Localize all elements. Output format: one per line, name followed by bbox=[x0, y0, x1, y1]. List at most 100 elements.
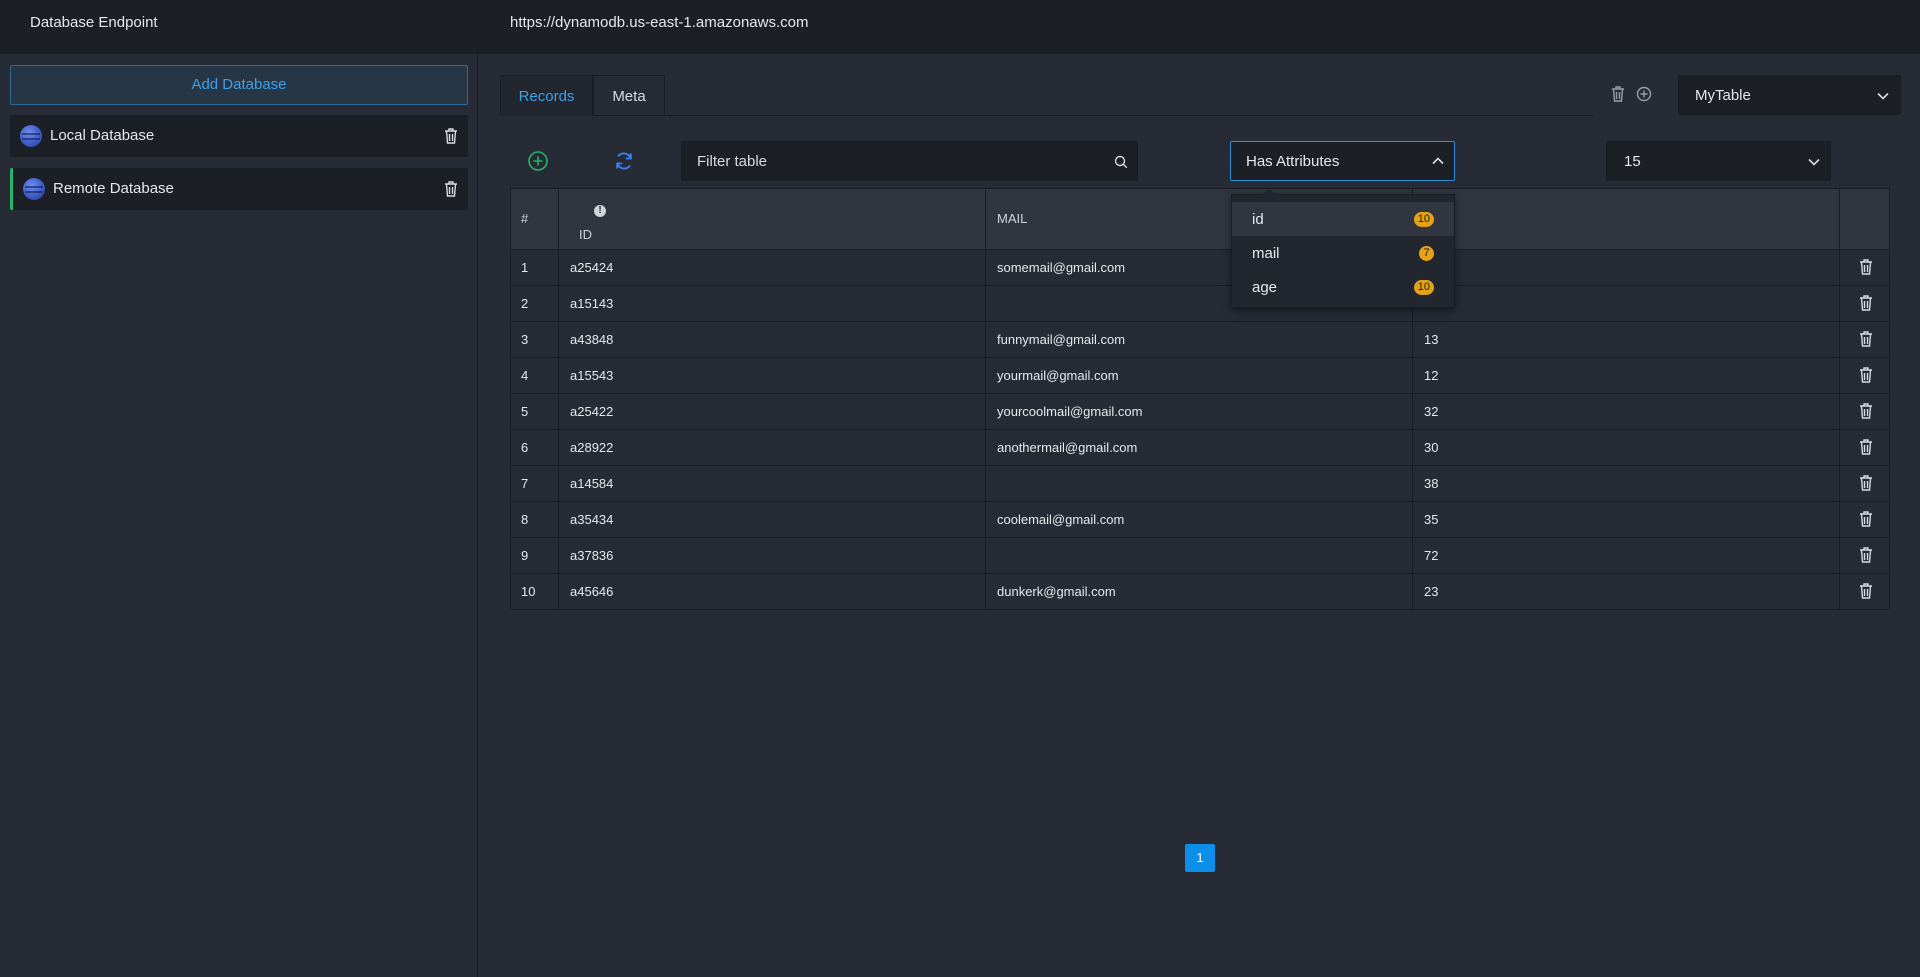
trash-icon[interactable] bbox=[1859, 403, 1873, 419]
tab-meta[interactable]: Meta bbox=[593, 75, 665, 116]
row-actions bbox=[1840, 574, 1891, 609]
cell-id[interactable]: a15143 bbox=[559, 286, 986, 321]
cell-index[interactable]: 8 bbox=[511, 502, 559, 537]
add-database-button[interactable]: Add Database bbox=[10, 65, 468, 105]
cell-mail[interactable] bbox=[986, 538, 1413, 573]
cell-index[interactable]: 10 bbox=[511, 574, 559, 609]
cell-id[interactable]: a25424 bbox=[559, 250, 986, 285]
page-size-value: 15 bbox=[1624, 153, 1641, 170]
table-row[interactable]: 8 a35434 coolemail@gmail.com 35 bbox=[511, 501, 1889, 537]
cell-age[interactable]: 72 bbox=[1413, 538, 1840, 573]
cell-id[interactable]: a43848 bbox=[559, 322, 986, 357]
row-actions bbox=[1840, 430, 1891, 465]
count-badge: 10 bbox=[1413, 212, 1434, 227]
trash-icon[interactable] bbox=[444, 128, 458, 144]
trash-icon[interactable] bbox=[1859, 367, 1873, 383]
filter-input[interactable] bbox=[682, 142, 1102, 180]
top-bar: Database Endpoint https://dynamodb.us-ea… bbox=[0, 0, 1920, 54]
table-row[interactable]: 9 a37836 72 bbox=[511, 537, 1889, 573]
table-header: # ID! MAIL bbox=[511, 189, 1889, 249]
cell-mail[interactable]: anothermail@gmail.com bbox=[986, 430, 1413, 465]
cell-age[interactable]: 35 bbox=[1413, 502, 1840, 537]
cell-mail[interactable]: yourmail@gmail.com bbox=[986, 358, 1413, 393]
cell-age[interactable]: 23 bbox=[1413, 574, 1840, 609]
cell-id[interactable]: a28922 bbox=[559, 430, 986, 465]
tab-records[interactable]: Records bbox=[500, 75, 593, 116]
cell-index[interactable]: 1 bbox=[511, 250, 559, 285]
attribute-option-age[interactable]: age 10 bbox=[1232, 270, 1454, 304]
table-row[interactable]: 3 a43848 funnymail@gmail.com 13 bbox=[511, 321, 1889, 357]
trash-icon[interactable] bbox=[1859, 511, 1873, 527]
cell-mail[interactable]: dunkerk@gmail.com bbox=[986, 574, 1413, 609]
row-actions bbox=[1840, 286, 1891, 321]
pagination-page-button[interactable]: 1 bbox=[1185, 844, 1215, 872]
search-icon[interactable] bbox=[1114, 155, 1128, 169]
row-actions bbox=[1840, 322, 1891, 357]
trash-icon[interactable] bbox=[1859, 439, 1873, 455]
table-row[interactable]: 4 a15543 yourmail@gmail.com 12 bbox=[511, 357, 1889, 393]
row-actions bbox=[1840, 250, 1891, 285]
column-header-age[interactable] bbox=[1413, 189, 1840, 249]
cell-id[interactable]: a15543 bbox=[559, 358, 986, 393]
trash-icon[interactable] bbox=[1859, 475, 1873, 491]
records-table: # ID! MAIL 1 a25424 somemail@gmail.com 2 a15… bbox=[510, 188, 1890, 610]
cell-age[interactable]: 12 bbox=[1413, 358, 1840, 393]
attribute-dropdown-menu: id 10 mail 7 age 10 bbox=[1231, 188, 1455, 308]
page-size-select[interactable]: 15 bbox=[1606, 141, 1831, 181]
trash-icon[interactable] bbox=[444, 181, 458, 197]
endpoint-title: Database Endpoint bbox=[30, 14, 158, 31]
cell-id[interactable]: a45646 bbox=[559, 574, 986, 609]
table-row[interactable]: 7 a14584 38 bbox=[511, 465, 1889, 501]
sidebar-item-remote-database[interactable]: Remote Database bbox=[10, 168, 468, 210]
table-row[interactable]: 5 a25422 yourcoolmail@gmail.com 32 bbox=[511, 393, 1889, 429]
count-badge: 7 bbox=[1419, 246, 1434, 261]
table-selector-value: MyTable bbox=[1695, 87, 1751, 104]
attribute-option-id[interactable]: id 10 bbox=[1232, 202, 1454, 236]
cell-index[interactable]: 5 bbox=[511, 394, 559, 429]
cell-id[interactable]: a35434 bbox=[559, 502, 986, 537]
database-label: Local Database bbox=[50, 127, 155, 144]
table-row[interactable]: 10 a45646 dunkerk@gmail.com 23 bbox=[511, 573, 1889, 609]
trash-icon[interactable] bbox=[1859, 295, 1873, 311]
trash-icon[interactable] bbox=[1859, 547, 1873, 563]
column-header-id[interactable]: ID! bbox=[559, 189, 986, 249]
cell-age[interactable] bbox=[1413, 250, 1840, 285]
cell-age[interactable] bbox=[1413, 286, 1840, 321]
add-record-icon[interactable] bbox=[527, 150, 549, 172]
cell-index[interactable]: 6 bbox=[511, 430, 559, 465]
add-table-icon[interactable] bbox=[1636, 86, 1652, 102]
chevron-down-icon bbox=[1808, 158, 1820, 166]
attribute-filter-select[interactable]: Has Attributes bbox=[1230, 141, 1455, 181]
cell-age[interactable]: 32 bbox=[1413, 394, 1840, 429]
cell-index[interactable]: 3 bbox=[511, 322, 559, 357]
sidebar-item-local-database[interactable]: Local Database bbox=[10, 115, 468, 157]
table-row[interactable]: 2 a15143 bbox=[511, 285, 1889, 321]
delete-table-icon[interactable] bbox=[1610, 86, 1626, 102]
table-row[interactable]: 6 a28922 anothermail@gmail.com 30 bbox=[511, 429, 1889, 465]
cell-age[interactable]: 13 bbox=[1413, 322, 1840, 357]
cell-id[interactable]: a25422 bbox=[559, 394, 986, 429]
attribute-option-mail[interactable]: mail 7 bbox=[1232, 236, 1454, 270]
info-icon[interactable]: ! bbox=[594, 205, 606, 217]
trash-icon[interactable] bbox=[1859, 259, 1873, 275]
table-row[interactable]: 1 a25424 somemail@gmail.com bbox=[511, 249, 1889, 285]
filter-field bbox=[681, 141, 1138, 181]
cell-mail[interactable] bbox=[986, 466, 1413, 501]
cell-index[interactable]: 4 bbox=[511, 358, 559, 393]
cell-mail[interactable]: coolemail@gmail.com bbox=[986, 502, 1413, 537]
cell-id[interactable]: a37836 bbox=[559, 538, 986, 573]
cell-index[interactable]: 9 bbox=[511, 538, 559, 573]
trash-icon[interactable] bbox=[1859, 583, 1873, 599]
cell-id[interactable]: a14584 bbox=[559, 466, 986, 501]
cell-age[interactable]: 30 bbox=[1413, 430, 1840, 465]
cell-age[interactable]: 38 bbox=[1413, 466, 1840, 501]
refresh-icon[interactable] bbox=[613, 150, 635, 172]
endpoint-url[interactable]: https://dynamodb.us-east-1.amazonaws.com bbox=[510, 14, 808, 31]
cell-index[interactable]: 7 bbox=[511, 466, 559, 501]
cell-mail[interactable]: yourcoolmail@gmail.com bbox=[986, 394, 1413, 429]
cell-index[interactable]: 2 bbox=[511, 286, 559, 321]
table-selector[interactable]: MyTable bbox=[1678, 75, 1901, 115]
cell-mail[interactable]: funnymail@gmail.com bbox=[986, 322, 1413, 357]
trash-icon[interactable] bbox=[1859, 331, 1873, 347]
row-actions bbox=[1840, 538, 1891, 573]
